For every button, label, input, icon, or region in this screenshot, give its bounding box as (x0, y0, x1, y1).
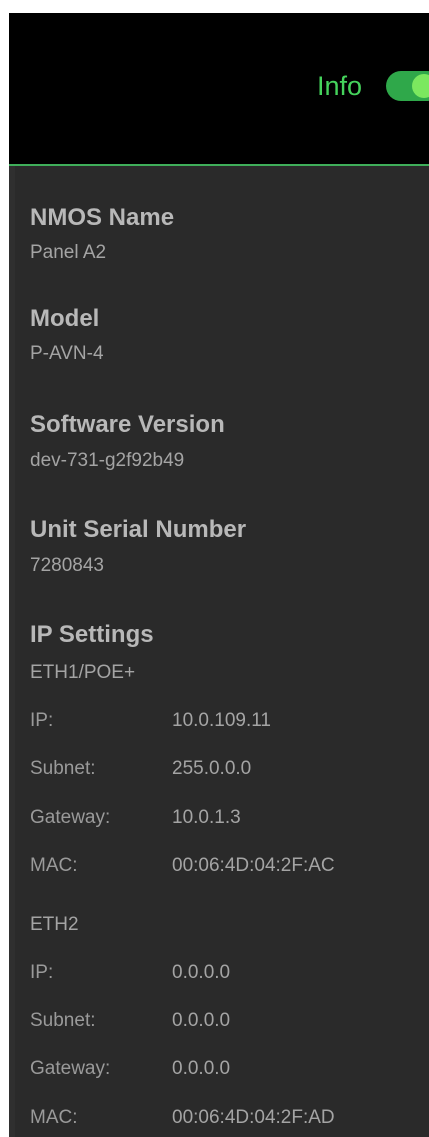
eth2-mac-value: 00:06:4D:04:2F:AD (172, 1107, 335, 1128)
eth2-ip-value: 0.0.0.0 (172, 962, 231, 983)
eth2-subnet-key: Subnet: (30, 1010, 96, 1031)
eth1-ip-value: 10.0.109.11 (172, 710, 271, 731)
eth1-ip-key: IP: (30, 710, 54, 731)
eth2-gateway-key: Gateway: (30, 1058, 111, 1079)
eth1-gateway-value: 10.0.1.3 (172, 807, 241, 828)
toggle-knob (412, 74, 429, 98)
eth1-gateway-key: Gateway: (30, 807, 111, 828)
info-panel: NMOS Name Panel A2 Model P-AVN-4 Softwar… (9, 166, 429, 1137)
serial-number-value: 7280843 (30, 555, 104, 576)
eth1-subnet-key: Subnet: (30, 758, 96, 779)
model-value: P-AVN-4 (30, 343, 104, 364)
info-toggle[interactable] (386, 71, 429, 101)
info-window: Info NMOS Name Panel A2 Model P-AVN-4 So… (9, 13, 429, 1137)
serial-number-label: Unit Serial Number (30, 516, 247, 543)
eth2-title: ETH2 (30, 914, 79, 935)
eth2-ip-key: IP: (30, 962, 54, 983)
eth2-gateway-value: 0.0.0.0 (172, 1058, 231, 1079)
header-bar: Info (9, 13, 429, 166)
software-version-label: Software Version (30, 411, 225, 438)
model-label: Model (30, 305, 100, 332)
eth1-subnet-value: 255.0.0.0 (172, 758, 252, 779)
eth1-mac-key: MAC: (30, 855, 78, 876)
eth1-title: ETH1/POE+ (30, 662, 136, 683)
eth2-mac-key: MAC: (30, 1107, 78, 1128)
info-title: Info (316, 71, 362, 101)
ip-settings-label: IP Settings (30, 621, 154, 648)
nmos-name-value: Panel A2 (30, 242, 107, 263)
eth2-subnet-value: 0.0.0.0 (172, 1010, 231, 1031)
software-version-value: dev-731-g2f92b49 (30, 450, 185, 471)
nmos-name-label: NMOS Name (30, 204, 175, 231)
eth1-mac-value: 00:06:4D:04:2F:AC (172, 855, 335, 876)
